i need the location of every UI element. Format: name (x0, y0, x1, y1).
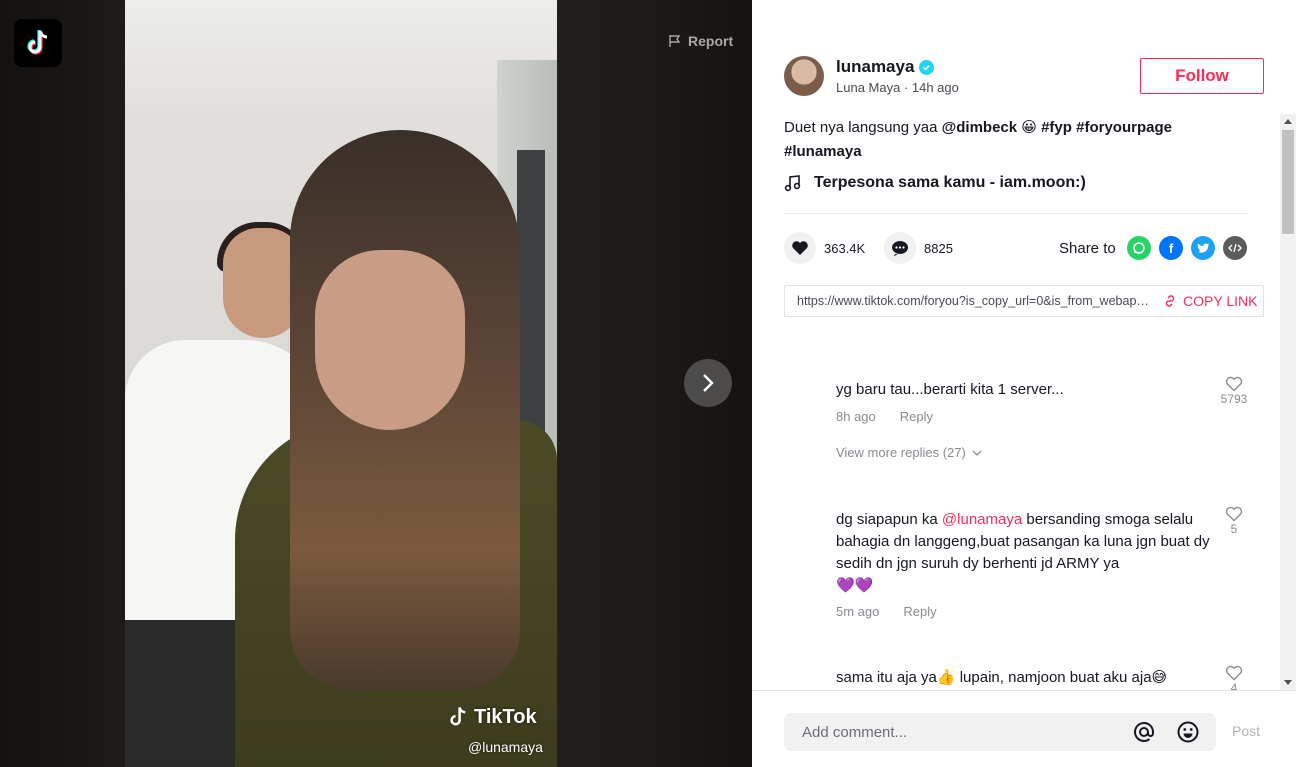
comment-like-button[interactable]: 5793 (1218, 376, 1250, 406)
video-pane: Report TikTok @lunamaya (0, 0, 752, 767)
copy-link-label: COPY LINK (1183, 293, 1258, 309)
chevron-down-icon (972, 450, 982, 456)
comment-meta: 5m ago Reply (836, 604, 937, 619)
heart-outline-icon (1225, 665, 1243, 681)
chevron-right-icon (703, 374, 714, 392)
details-scroll-area[interactable]: Duet nya langsung yaa @dimbeck 😀 #fyp #f… (752, 112, 1296, 690)
comment-time: 8h ago (836, 409, 876, 424)
heart-outline-icon (1225, 506, 1243, 522)
link-icon (1165, 295, 1175, 307)
caption-mention[interactable]: @dimbeck (942, 119, 1017, 136)
author-avatar[interactable] (784, 56, 824, 96)
scroll-down-arrow[interactable] (1284, 680, 1292, 685)
comment-like-count: 5793 (1220, 392, 1248, 406)
view-more-replies-button[interactable]: View more replies (27) (836, 445, 982, 460)
tiktok-note-icon (450, 707, 466, 726)
info-pane: lunamaya Luna Maya · 14h ago Follow Duet… (752, 0, 1296, 767)
scrollbar-thumb[interactable] (1282, 130, 1294, 234)
hashtag-lunamaya[interactable]: #lunamaya (784, 143, 862, 160)
video-watermark: TikTok (446, 704, 537, 730)
comment-stat[interactable]: 8825 (884, 232, 953, 264)
comment-meta: 8h ago Reply (836, 409, 933, 424)
comment-emoji: 💜💜 (836, 577, 874, 594)
divider (752, 690, 1296, 691)
comment-mention[interactable]: @lunamaya (942, 511, 1022, 528)
follow-button[interactable]: Follow (1140, 58, 1264, 94)
mention-at-icon[interactable] (1132, 720, 1156, 744)
post-button[interactable]: Post (1232, 723, 1260, 739)
copy-link-box: https://www.tiktok.com/foryou?is_copy_ur… (784, 285, 1264, 317)
divider (784, 213, 1248, 214)
comment-like-count: 4 (1230, 681, 1238, 690)
facebook-icon[interactable]: f (1159, 236, 1183, 260)
video-player[interactable] (125, 0, 557, 767)
heart-icon[interactable] (784, 232, 816, 264)
reply-button[interactable]: Reply (900, 409, 933, 424)
comment-icon[interactable] (884, 232, 916, 264)
watermark-username: @lunamaya (468, 739, 543, 755)
video-wall (125, 0, 557, 110)
next-video-button[interactable] (684, 359, 732, 407)
scrollbar[interactable] (1280, 114, 1296, 690)
report-button[interactable]: Report (668, 33, 733, 49)
comment-text: yg baru tau...berarti kita 1 server... (836, 381, 1064, 398)
copy-link-button[interactable]: COPY LINK (1163, 293, 1257, 309)
share-label: Share to (1059, 240, 1116, 257)
flag-icon (669, 35, 681, 47)
comment-time: 5m ago (836, 604, 880, 619)
comment-text: dg siapapun ka @lunamaya bersanding smog… (836, 509, 1226, 597)
hashtag-fyp[interactable]: #fyp (1041, 119, 1072, 136)
emoji-icon[interactable] (1176, 720, 1200, 744)
whatsapp-icon[interactable] (1127, 236, 1151, 260)
video-door-glass (517, 150, 545, 450)
video-person-woman-face (315, 250, 465, 430)
author-username-text[interactable]: lunamaya (836, 57, 914, 77)
music-title[interactable]: Terpesona sama kamu - iam.moon:) (814, 174, 1086, 192)
music-link[interactable]: Terpesona sama kamu - iam.moon:) (784, 174, 1086, 192)
comment-text: sama itu aja ya👍 lupain, namjoon buat ak… (836, 669, 1168, 686)
author-subline: Luna Maya · 14h ago (836, 80, 959, 95)
watermark-brand: TikTok (474, 705, 537, 728)
like-count: 363.4K (824, 240, 866, 256)
comment-input-placeholder[interactable]: Add comment... (802, 724, 1132, 741)
verified-badge-icon (919, 59, 935, 75)
share-url[interactable]: https://www.tiktok.com/foryou?is_copy_ur… (797, 294, 1149, 308)
comment-like-count: 5 (1230, 522, 1238, 536)
like-stat[interactable]: 363.4K (784, 232, 865, 264)
comment-text-part: dg siapapun ka (836, 511, 942, 528)
comment-count: 8825 (924, 240, 953, 256)
engagement-bar: 363.4K 8825 Share to f (784, 232, 1248, 268)
caption-emoji: 😀 (1021, 119, 1037, 136)
hashtag-foryourpage[interactable]: #foryourpage (1076, 119, 1172, 136)
tiktok-logo-icon[interactable] (14, 19, 62, 67)
caption-text: Duet nya langsung yaa (784, 119, 942, 136)
heart-outline-icon (1225, 376, 1243, 392)
comment-like-button[interactable]: 4 (1218, 665, 1250, 690)
comment-input[interactable]: Add comment... (784, 713, 1216, 751)
twitter-icon[interactable] (1191, 236, 1215, 260)
video-caption: Duet nya langsung yaa @dimbeck 😀 #fyp #f… (784, 116, 1224, 164)
comment-like-button[interactable]: 5 (1218, 506, 1250, 536)
reply-button[interactable]: Reply (903, 604, 936, 619)
author-username[interactable]: lunamaya (836, 57, 935, 77)
scroll-up-arrow[interactable] (1284, 119, 1292, 124)
view-more-replies-label: View more replies (27) (836, 445, 966, 460)
report-label: Report (688, 33, 734, 49)
embed-icon[interactable] (1223, 236, 1247, 260)
music-note-icon (784, 175, 801, 192)
